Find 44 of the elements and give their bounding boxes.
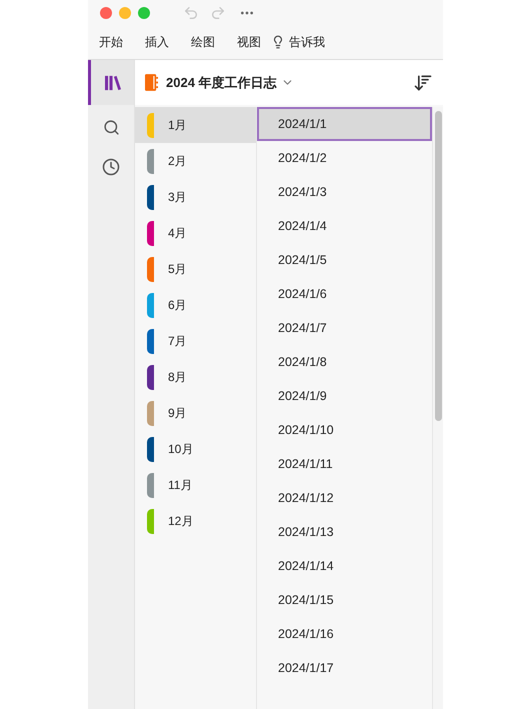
- sort-icon[interactable]: [413, 72, 433, 92]
- page-item[interactable]: 2024/1/4: [257, 209, 432, 243]
- recent-icon[interactable]: [102, 158, 120, 176]
- notebooks-button[interactable]: [88, 60, 134, 105]
- lightbulb-icon: [271, 35, 285, 49]
- section-tab[interactable]: 8月: [135, 359, 256, 395]
- close-window-button[interactable]: [100, 6, 112, 18]
- section-tab[interactable]: 4月: [135, 215, 256, 251]
- page-item[interactable]: 2024/1/15: [257, 583, 432, 617]
- page-item[interactable]: 2024/1/7: [257, 311, 432, 345]
- page-item[interactable]: 2024/1/12: [257, 481, 432, 515]
- page-item[interactable]: 2024/1/5: [257, 243, 432, 277]
- menu-tab[interactable]: 绘图: [191, 33, 215, 51]
- page-item[interactable]: 2024/1/13: [257, 515, 432, 549]
- page-item[interactable]: 2024/1/8: [257, 345, 432, 379]
- section-tab[interactable]: 1月: [135, 107, 256, 143]
- section-tab[interactable]: 3月: [135, 179, 256, 215]
- section-tab[interactable]: 12月: [135, 503, 256, 539]
- notebook-title[interactable]: 2024 年度工作日志: [166, 72, 277, 92]
- page-item[interactable]: 2024/1/2: [257, 141, 432, 175]
- section-tab[interactable]: 11月: [135, 467, 256, 503]
- section-tab[interactable]: 6月: [135, 287, 256, 323]
- page-item[interactable]: 2024/1/10: [257, 413, 432, 447]
- library-icon: [104, 74, 122, 90]
- page-item[interactable]: 2024/1/11: [257, 447, 432, 481]
- section-tab[interactable]: 10月: [135, 431, 256, 467]
- page-item[interactable]: 2024/1/6: [257, 277, 432, 311]
- page-item[interactable]: 2024/1/16: [257, 617, 432, 651]
- menu-tab[interactable]: 视图: [237, 33, 261, 51]
- page-item[interactable]: 2024/1/1: [257, 107, 432, 141]
- section-tab[interactable]: 7月: [135, 323, 256, 359]
- tell-me-button[interactable]: 告诉我: [289, 33, 325, 51]
- search-icon[interactable]: [102, 119, 120, 136]
- section-tab[interactable]: 5月: [135, 251, 256, 287]
- scrollbar[interactable]: [432, 107, 443, 709]
- page-item[interactable]: 2024/1/14: [257, 549, 432, 583]
- page-item[interactable]: 2024/1/9: [257, 379, 432, 413]
- section-tab[interactable]: 2月: [135, 143, 256, 179]
- menu-tab[interactable]: 插入: [145, 33, 169, 51]
- page-item[interactable]: 2024/1/17: [257, 651, 432, 685]
- section-tab[interactable]: 9月: [135, 395, 256, 431]
- menu-tab[interactable]: 开始: [99, 33, 123, 51]
- page-item[interactable]: 2024/1/3: [257, 175, 432, 209]
- notebook-icon: [145, 74, 158, 91]
